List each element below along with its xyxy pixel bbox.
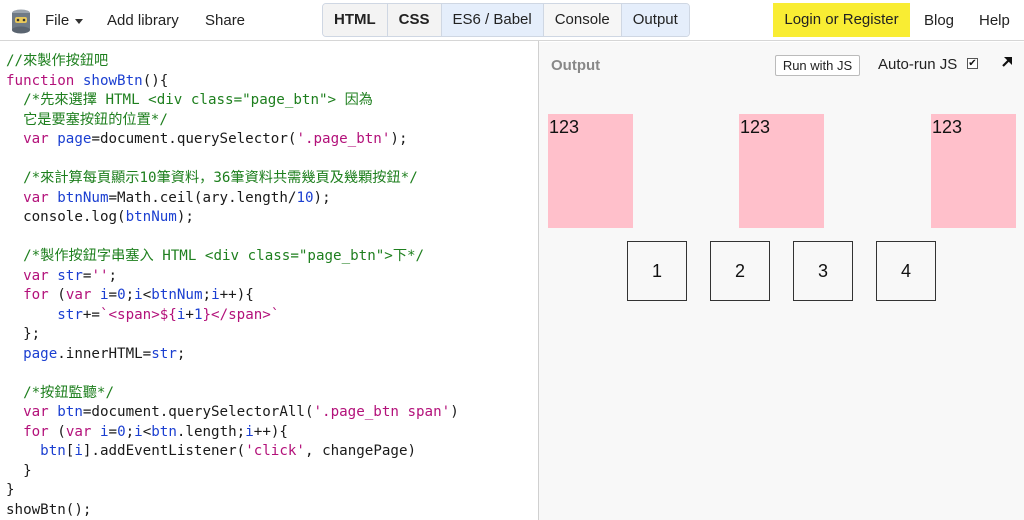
output-pane: Output Run with JS Auto-run JS ✔ 123 123… <box>539 42 1024 520</box>
code-line-16: page.innerHTML=str; <box>23 345 186 362</box>
code-line-8: var btnNum=Math.ceil(ary.length/10); <box>23 189 331 206</box>
run-with-js-button[interactable]: Run with JS <box>775 55 860 76</box>
tab-css[interactable]: CSS <box>387 4 442 36</box>
code-line-13: for (var i=0;i<btnNum;i++){ <box>23 287 254 303</box>
code-line-9: console.log(btnNum); <box>6 209 194 225</box>
content-box: 123 <box>931 114 1016 228</box>
js-code-editor[interactable]: //來製作按鈕吧 function showBtn(){ /*先來選擇 HTML… <box>0 42 538 520</box>
blog-link[interactable]: Blog <box>924 12 954 29</box>
code-line-7: /*來計算每頁顯示10筆資料，36筆資料共需幾頁及幾顆按鈕*/ <box>6 170 418 186</box>
page-button-3[interactable]: 3 <box>793 241 853 301</box>
file-menu[interactable]: File <box>45 12 84 29</box>
code-line-24: showBtn(); <box>6 501 92 518</box>
app-logo-icon[interactable] <box>10 8 32 34</box>
code-line-20: for (var i=0;i<btn.length;i++){ <box>23 423 288 440</box>
top-bar: File Add library Share HTML CSS ES6 / Ba… <box>0 0 1024 41</box>
code-line-19: var btn=document.querySelectorAll('.page… <box>23 404 459 420</box>
file-menu-label: File <box>45 12 70 29</box>
code-line-1: //來製作按鈕吧 <box>6 53 109 69</box>
code-line-2: function showBtn(){ <box>6 72 169 89</box>
tab-js[interactable]: ES6 / Babel <box>441 4 544 36</box>
content-box: 123 <box>548 114 633 228</box>
code-line-5: var page=document.querySelector('.page_b… <box>23 131 408 147</box>
autorun-checkbox[interactable]: ✔ <box>967 58 978 69</box>
add-library-link[interactable]: Add library <box>107 12 179 29</box>
help-link[interactable]: Help <box>979 12 1010 29</box>
tab-html[interactable]: HTML <box>323 4 388 36</box>
code-block: //來製作按鈕吧 function showBtn(){ /*先來選擇 HTML… <box>6 52 459 520</box>
code-line-14: str+=`<span>${i+1}</span>` <box>57 306 280 323</box>
content-box: 123 <box>739 114 824 228</box>
tab-console[interactable]: Console <box>543 4 622 36</box>
code-line-18: /*按鈕監聽*/ <box>6 384 114 401</box>
code-line-12: var str=''; <box>23 267 118 284</box>
code-line-3: /*先來選擇 HTML <div class="page_btn"> 因為 <box>6 92 373 108</box>
autorun-label: Auto-run JS <box>878 56 958 73</box>
code-line-4: 它是要塞按鈕的位置*/ <box>6 111 168 128</box>
code-line-22: } <box>6 462 32 479</box>
code-line-21: btn[i].addEventListener('click', changeP… <box>40 443 417 459</box>
page-button-1[interactable]: 1 <box>627 241 687 301</box>
panel-tabs: HTML CSS ES6 / Babel Console Output <box>322 3 690 37</box>
output-title: Output <box>551 57 601 74</box>
login-button[interactable]: Login or Register <box>773 3 910 37</box>
page-button-4[interactable]: 4 <box>876 241 936 301</box>
code-line-15: }; <box>6 326 41 342</box>
page-button-2[interactable]: 2 <box>710 241 770 301</box>
chevron-down-icon <box>75 18 84 24</box>
code-line-23: } <box>6 482 15 498</box>
code-line-11: /*製作按鈕字串塞入 HTML <div class="page_btn">下*… <box>6 248 425 264</box>
expand-arrow-icon[interactable] <box>999 54 1015 70</box>
share-link[interactable]: Share <box>205 12 245 29</box>
tab-output[interactable]: Output <box>621 4 689 36</box>
